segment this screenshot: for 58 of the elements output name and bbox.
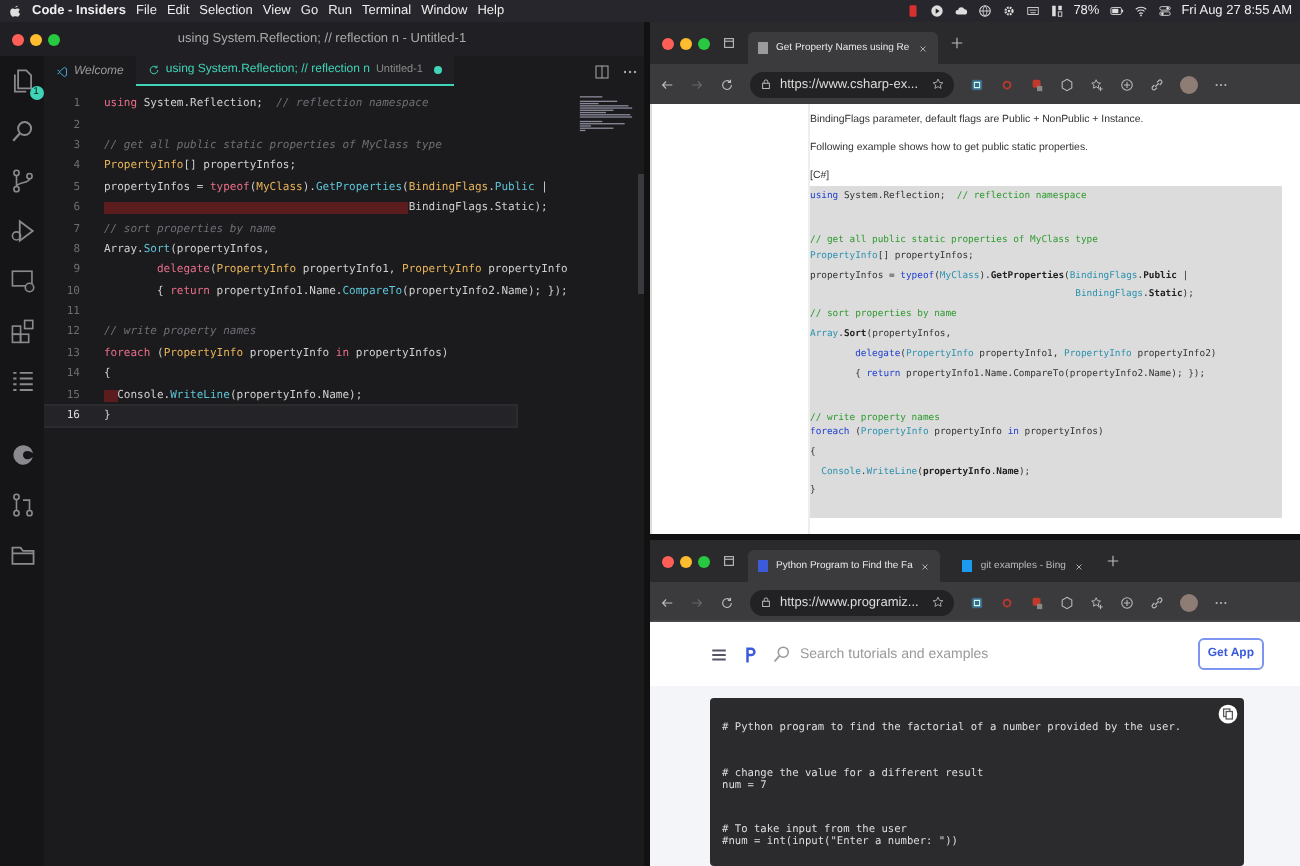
favorites-icon[interactable] (1090, 595, 1104, 609)
battery-icon (1109, 4, 1124, 18)
tab-actions-icon[interactable] (722, 36, 736, 50)
swirl-icon[interactable] (9, 442, 35, 468)
new-tab-icon[interactable] (949, 36, 964, 50)
list-icon[interactable] (9, 368, 35, 394)
search-icon (772, 644, 792, 664)
hexagon-icon[interactable] (1060, 77, 1074, 91)
refresh-icon[interactable] (720, 77, 734, 91)
link-icon[interactable] (1150, 595, 1164, 609)
extension-icon[interactable] (1030, 595, 1044, 609)
scrollbar[interactable] (638, 174, 644, 294)
extensions-icon[interactable] (9, 318, 35, 344)
vscode-icon (56, 65, 68, 77)
source-control-icon[interactable] (9, 168, 35, 194)
globe-icon[interactable] (977, 4, 992, 18)
close-icon[interactable] (920, 561, 931, 571)
play-circle-icon[interactable] (929, 4, 944, 18)
avatar[interactable] (1180, 593, 1198, 611)
extension-icon[interactable] (1030, 77, 1044, 91)
files-icon[interactable] (9, 68, 35, 94)
avatar[interactable] (1180, 75, 1198, 93)
monitor-icon[interactable] (9, 268, 35, 294)
new-tab-icon[interactable] (1105, 554, 1120, 568)
cloud-icon[interactable] (953, 4, 968, 18)
tab-actions-icon[interactable] (722, 554, 736, 568)
close-icon[interactable] (1073, 561, 1084, 571)
lock-icon (760, 596, 772, 608)
collections-icon[interactable] (1120, 77, 1134, 91)
back-icon[interactable] (660, 77, 674, 91)
wifi-icon[interactable] (1133, 4, 1148, 18)
folder-icon[interactable] (9, 542, 35, 568)
back-icon[interactable] (660, 595, 674, 609)
hexagon-icon[interactable] (1060, 595, 1074, 609)
minimap-drawing[interactable] (578, 94, 634, 132)
file-icon (147, 64, 160, 76)
keyboard-icon[interactable] (1025, 4, 1040, 18)
control-center-icon[interactable] (1157, 4, 1172, 18)
collections-icon[interactable] (1120, 595, 1134, 609)
split-editor-icon[interactable] (594, 63, 610, 79)
favorite-icon[interactable] (932, 78, 944, 90)
gear-icon[interactable] (1001, 4, 1016, 18)
search-icon[interactable] (9, 118, 35, 144)
favorites-icon[interactable] (1090, 77, 1104, 91)
pull-request-icon[interactable] (9, 492, 35, 518)
copy-icon[interactable] (1218, 704, 1238, 724)
lock-icon (760, 78, 772, 90)
run-icon[interactable] (9, 218, 35, 244)
menu-icon[interactable] (710, 645, 728, 663)
logo-icon[interactable] (740, 643, 760, 665)
square-icon[interactable] (970, 77, 984, 91)
link-icon[interactable] (1150, 77, 1164, 91)
favorite-icon[interactable] (932, 596, 944, 608)
close-icon[interactable] (917, 43, 928, 53)
panel-icon[interactable] (1049, 4, 1064, 18)
refresh-icon[interactable] (720, 595, 734, 609)
square-icon[interactable] (970, 595, 984, 609)
apple-icon[interactable] (8, 4, 22, 18)
